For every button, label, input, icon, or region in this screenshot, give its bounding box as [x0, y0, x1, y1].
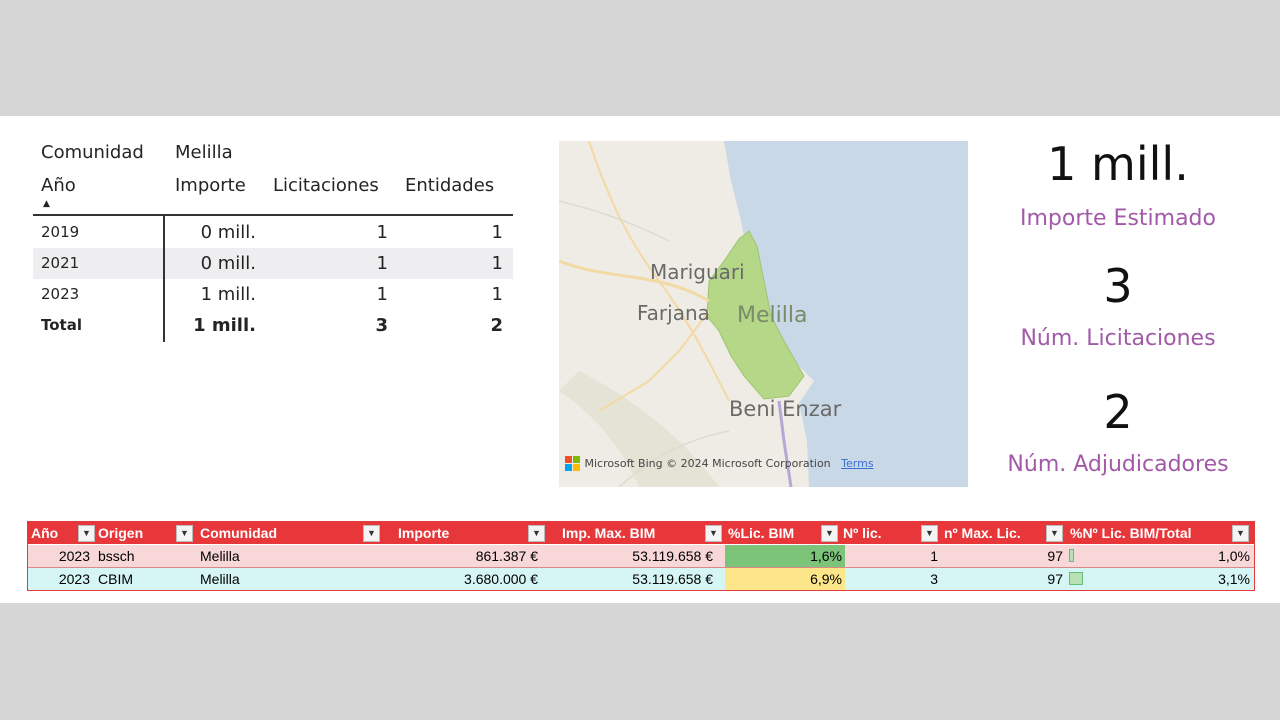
table-row[interactable]: 2023 CBIM Melilla 3.680.000 € 53.119.658… [28, 568, 1254, 590]
excel-header-importe: Importe [398, 525, 450, 541]
filter-dropdown-icon[interactable]: ▼ [78, 525, 95, 542]
cell-comunidad: Melilla [200, 548, 240, 564]
terms-link[interactable]: Terms [841, 457, 873, 470]
row-entidades: 1 [491, 284, 503, 305]
cell-n-lic: 3 [930, 571, 938, 587]
cell-n-max: 97 [1047, 548, 1063, 564]
row-header-divider [163, 216, 165, 342]
table-row[interactable]: 2019 0 mill. 1 1 [33, 217, 513, 248]
cell-origen: bssch [98, 548, 135, 564]
cell-pct-n: 3,1% [1218, 571, 1250, 587]
column-header-importe[interactable]: Importe [175, 175, 246, 196]
row-year: 2023 [41, 285, 80, 303]
map-copyright: © 2024 Microsoft Corporation [666, 457, 831, 470]
row-licitaciones: 1 [376, 284, 388, 305]
data-bar [1069, 549, 1074, 562]
report-panel: Comunidad Melilla Año ▲ Importe Licitaci… [0, 116, 1280, 603]
excel-header-row: Año ▼ Origen ▼ Comunidad ▼ Importe ▼ Imp… [28, 522, 1254, 544]
filter-dropdown-icon[interactable]: ▼ [176, 525, 193, 542]
filter-dropdown-icon[interactable]: ▼ [1232, 525, 1249, 542]
filter-dropdown-icon[interactable]: ▼ [1046, 525, 1063, 542]
table-row[interactable]: 2023 bssch Melilla 861.387 € 53.119.658 … [28, 545, 1254, 568]
table-row[interactable]: 2021 0 mill. 1 1 [33, 248, 513, 279]
header-divider [33, 214, 513, 216]
map-label: Beni Enzar [729, 397, 842, 421]
excel-header-origen: Origen [98, 525, 144, 541]
total-importe: 1 mill. [193, 315, 256, 336]
map-label: Farjana [637, 301, 710, 325]
row-importe: 1 mill. [200, 284, 256, 305]
data-bar [1069, 572, 1083, 585]
map-visual[interactable]: Mariguari Farjana Melilla Beni Enzar Mic… [559, 141, 968, 487]
row-licitaciones: 1 [376, 222, 388, 243]
filter-dropdown-icon[interactable]: ▼ [528, 525, 545, 542]
map-attribution: Microsoft Bing © 2024 Microsoft Corporat… [565, 456, 874, 472]
total-label: Total [41, 316, 82, 334]
total-row: Total 1 mill. 3 2 [33, 310, 513, 341]
filter-dropdown-icon[interactable]: ▼ [705, 525, 722, 542]
cell-comunidad: Melilla [200, 571, 240, 587]
filter-label: Comunidad [41, 142, 144, 163]
excel-header-pct-n: %Nº Lic. BIM/Total [1070, 525, 1192, 541]
filter-dropdown-icon[interactable]: ▼ [921, 525, 938, 542]
row-year: 2021 [41, 254, 80, 272]
kpi-value: 2 [1103, 385, 1133, 439]
row-licitaciones: 1 [376, 253, 388, 274]
kpi-importe-card: 1 mill. Importe Estimado [978, 136, 1258, 234]
kpi-label: Núm. Licitaciones [1020, 326, 1216, 351]
total-entidades: 2 [490, 315, 503, 336]
microsoft-logo-icon [565, 456, 581, 472]
table-row[interactable]: 2023 1 mill. 1 1 [33, 279, 513, 310]
row-importe: 0 mill. [200, 222, 256, 243]
row-entidades: 1 [491, 222, 503, 243]
cell-pct-lic: 1,6% [725, 545, 845, 567]
excel-table: Año ▼ Origen ▼ Comunidad ▼ Importe ▼ Imp… [27, 521, 1255, 591]
excel-header-comunidad: Comunidad [200, 525, 277, 541]
cell-imp-max: 53.119.658 € [632, 571, 713, 587]
cell-pct-lic: 6,9% [725, 568, 845, 590]
kpi-licitaciones-card: 3 Núm. Licitaciones [978, 258, 1258, 354]
column-header-licitaciones[interactable]: Licitaciones [273, 175, 379, 196]
cell-pct-n: 1,0% [1218, 548, 1250, 564]
map-label: Melilla [737, 303, 808, 328]
bing-brand: Microsoft Bing [584, 457, 663, 470]
kpi-adjudicadores-card: 2 Núm. Adjudicadores [978, 384, 1258, 480]
excel-header-pct-lic: %Lic. BIM [728, 525, 795, 541]
cell-imp-max: 53.119.658 € [632, 548, 713, 564]
sort-descending-icon[interactable]: ▼ [821, 525, 838, 542]
kpi-label: Importe Estimado [1020, 206, 1216, 231]
column-header-year[interactable]: Año [41, 175, 76, 196]
cell-year: 2023 [58, 548, 90, 564]
kpi-value: 1 mill. [1047, 137, 1189, 191]
row-year: 2019 [41, 223, 80, 241]
cell-importe: 3.680.000 € [464, 571, 538, 587]
filter-active-icon[interactable]: ▼ [363, 525, 380, 542]
cell-n-max: 97 [1047, 571, 1063, 587]
kpi-value: 3 [1103, 259, 1133, 313]
map-label: Mariguari [650, 260, 745, 284]
cell-n-lic: 1 [930, 548, 938, 564]
row-importe: 0 mill. [200, 253, 256, 274]
filter-value: Melilla [175, 142, 233, 163]
kpi-label: Núm. Adjudicadores [1007, 452, 1229, 477]
cell-year: 2023 [58, 571, 90, 587]
cell-origen: CBIM [98, 571, 133, 587]
excel-header-n-max: nº Max. Lic. [944, 525, 1021, 541]
total-licitaciones: 3 [375, 315, 388, 336]
column-header-entidades[interactable]: Entidades [405, 175, 494, 196]
excel-header-year: Año [31, 525, 59, 541]
excel-header-imp-max: Imp. Max. BIM [562, 525, 656, 541]
excel-header-n-lic: Nº lic. [843, 525, 882, 541]
cell-importe: 861.387 € [475, 548, 538, 564]
sort-ascending-icon[interactable]: ▲ [43, 200, 50, 209]
row-entidades: 1 [491, 253, 503, 274]
